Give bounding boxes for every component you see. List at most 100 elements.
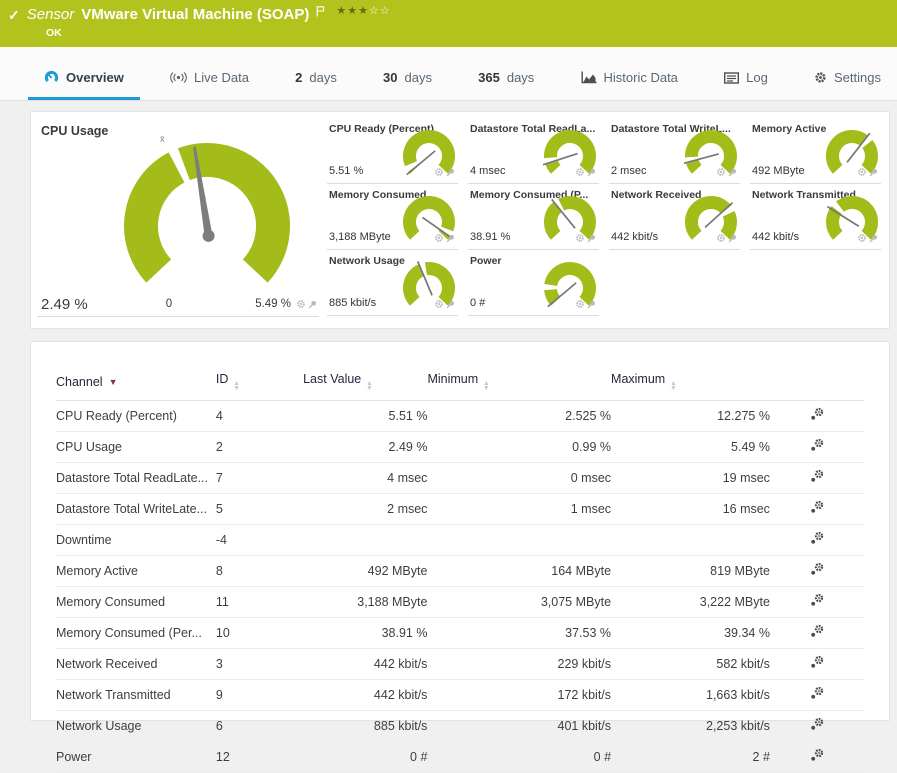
- channel-maximum-cell: 5.49 %: [611, 431, 770, 463]
- flag-icon[interactable]: [316, 4, 325, 22]
- tab-days[interactable]: 30 days: [381, 70, 434, 100]
- tab-historic-data[interactable]: Historic Data: [579, 70, 680, 100]
- channel-gauge-tile[interactable]: Datastore Total ReadLa... 4 msec: [468, 118, 599, 184]
- pin-icon[interactable]: [869, 230, 878, 248]
- tab-overview[interactable]: Overview: [28, 70, 140, 100]
- pin-icon[interactable]: [587, 296, 596, 314]
- gear-icon[interactable]: [575, 230, 585, 248]
- channel-row[interactable]: Power 12 0 # 0 # 2 #: [56, 741, 864, 773]
- main-gauge-tile[interactable]: CPU Usage x̄ 2.49 % 0 5.49 %: [37, 118, 319, 317]
- gear-icon[interactable]: [857, 164, 867, 182]
- edit-channel-icon[interactable]: [810, 624, 824, 638]
- pin-icon[interactable]: [446, 164, 455, 182]
- tab-settings[interactable]: Settings: [812, 70, 883, 100]
- tab-days[interactable]: 2 days: [293, 70, 339, 100]
- edit-channel-icon[interactable]: [810, 407, 824, 421]
- star-filled-icon[interactable]: ★: [347, 5, 358, 17]
- channel-id-cell: -4: [215, 524, 304, 556]
- edit-channel-icon[interactable]: [810, 469, 824, 483]
- channel-row[interactable]: CPU Usage 2 2.49 % 0.99 % 5.49 %: [56, 431, 864, 463]
- star-filled-icon[interactable]: ★: [358, 5, 369, 17]
- star-filled-icon[interactable]: ★: [336, 5, 347, 17]
- col-header-maximum[interactable]: Maximum ▲ ▼: [611, 364, 770, 401]
- channel-row[interactable]: Memory Consumed (Per... 10 38.91 % 37.53…: [56, 617, 864, 649]
- channel-row[interactable]: Network Received 3 442 kbit/s 229 kbit/s…: [56, 648, 864, 680]
- priority-stars[interactable]: ★★★☆☆: [336, 4, 390, 17]
- edit-channel-icon[interactable]: [810, 500, 824, 514]
- col-header-last-value[interactable]: Last Value ▲ ▼: [303, 364, 428, 401]
- gear-icon[interactable]: [857, 230, 867, 248]
- gear-icon[interactable]: [716, 230, 726, 248]
- channel-row[interactable]: Datastore Total ReadLate... 7 4 msec 0 m…: [56, 462, 864, 494]
- historic-data-icon: [581, 71, 597, 84]
- pin-icon[interactable]: [728, 230, 737, 248]
- channel-row[interactable]: CPU Ready (Percent) 4 5.51 % 2.525 % 12.…: [56, 400, 864, 432]
- channel-gauge-tile[interactable]: Network Transmitted 442 kbit/s: [750, 184, 881, 250]
- channel-maximum-cell: 12.275 %: [611, 400, 770, 432]
- edit-channel-icon[interactable]: [810, 717, 824, 731]
- channel-gauge-value: 2 msec: [611, 165, 647, 177]
- edit-channel-icon[interactable]: [810, 593, 824, 607]
- tab-log[interactable]: Log: [722, 70, 770, 100]
- pin-icon[interactable]: [587, 164, 596, 182]
- channel-gauge-tile[interactable]: Memory Consumed (P... 38.91 %: [468, 184, 599, 250]
- channel-row[interactable]: Network Usage 6 885 kbit/s 401 kbit/s 2,…: [56, 710, 864, 742]
- channel-maximum-cell: 1,663 kbit/s: [611, 679, 770, 711]
- gear-icon[interactable]: [575, 164, 585, 182]
- pin-icon[interactable]: [587, 230, 596, 248]
- tab-days[interactable]: 365 days: [476, 70, 536, 100]
- edit-channel-icon[interactable]: [810, 562, 824, 576]
- star-empty-icon[interactable]: ☆: [380, 5, 391, 17]
- channel-gauge-tile[interactable]: Memory Consumed 3,188 MByte: [327, 184, 458, 250]
- channel-gauge-tile[interactable]: Network Usage 885 kbit/s: [327, 250, 458, 316]
- channel-row[interactable]: Datastore Total WriteLate... 5 2 msec 1 …: [56, 493, 864, 525]
- col-header-channel[interactable]: Channel ▼: [56, 364, 216, 401]
- edit-channel-icon[interactable]: [810, 686, 824, 700]
- channel-maximum-cell: 39.34 %: [611, 617, 770, 649]
- pin-icon[interactable]: [308, 296, 317, 314]
- gear-icon[interactable]: [575, 296, 585, 314]
- channel-last-value-cell: [303, 524, 428, 556]
- edit-channel-icon[interactable]: [810, 655, 824, 669]
- channel-gauge-tile[interactable]: Memory Active 492 MByte: [750, 118, 881, 184]
- channel-row[interactable]: Memory Active 8 492 MByte 164 MByte 819 …: [56, 555, 864, 587]
- channel-minimum-cell: 172 kbit/s: [427, 679, 612, 711]
- sort-desc-icon: ▼: [108, 376, 118, 387]
- status-check-icon: ✓: [8, 7, 20, 23]
- overview-gauge-icon: [44, 70, 59, 85]
- channel-gauge-tile[interactable]: Network Received 442 kbit/s: [609, 184, 740, 250]
- channel-id-cell: 2: [215, 431, 304, 463]
- channel-row[interactable]: Network Transmitted 9 442 kbit/s 172 kbi…: [56, 679, 864, 711]
- channel-gauge-value: 4 msec: [470, 165, 506, 177]
- col-header-id[interactable]: ID ▲ ▼: [215, 364, 304, 401]
- pin-icon[interactable]: [446, 296, 455, 314]
- gear-icon[interactable]: [716, 164, 726, 182]
- edit-channel-icon[interactable]: [810, 438, 824, 452]
- channel-row[interactable]: Downtime -4: [56, 524, 864, 556]
- gear-icon[interactable]: [434, 230, 444, 248]
- channel-gauge-value: 492 MByte: [752, 165, 805, 177]
- star-empty-icon[interactable]: ☆: [369, 5, 380, 17]
- main-gauge-scale-min: 0: [165, 298, 173, 310]
- tab-live-data[interactable]: Live Data: [168, 70, 251, 100]
- gear-icon[interactable]: [434, 296, 444, 314]
- channel-row[interactable]: Memory Consumed 11 3,188 MByte 3,075 MBy…: [56, 586, 864, 618]
- channel-maximum-cell: 16 msec: [611, 493, 770, 525]
- channel-name-cell: CPU Usage: [56, 431, 216, 463]
- channel-gauge-value: 0 #: [470, 297, 486, 309]
- channel-gauge-tile[interactable]: Power 0 #: [468, 250, 599, 316]
- channel-name-cell: Datastore Total ReadLate...: [56, 462, 216, 494]
- col-header-minimum[interactable]: Minimum ▲ ▼: [427, 364, 612, 401]
- channel-gauge-tile[interactable]: CPU Ready (Percent) 5.51 %: [327, 118, 458, 184]
- edit-channel-icon[interactable]: [810, 531, 824, 545]
- sensor-title: VMware Virtual Machine (SOAP): [81, 6, 310, 23]
- pin-icon[interactable]: [728, 164, 737, 182]
- pin-icon[interactable]: [869, 164, 878, 182]
- channel-minimum-cell: 0 msec: [427, 462, 612, 494]
- gear-icon[interactable]: [296, 296, 306, 314]
- channel-gauge-tile[interactable]: Datastore Total WriteL... 2 msec: [609, 118, 740, 184]
- edit-channel-icon[interactable]: [810, 748, 824, 762]
- pin-icon[interactable]: [446, 230, 455, 248]
- gear-icon[interactable]: [434, 164, 444, 182]
- channel-minimum-cell: 164 MByte: [427, 555, 612, 587]
